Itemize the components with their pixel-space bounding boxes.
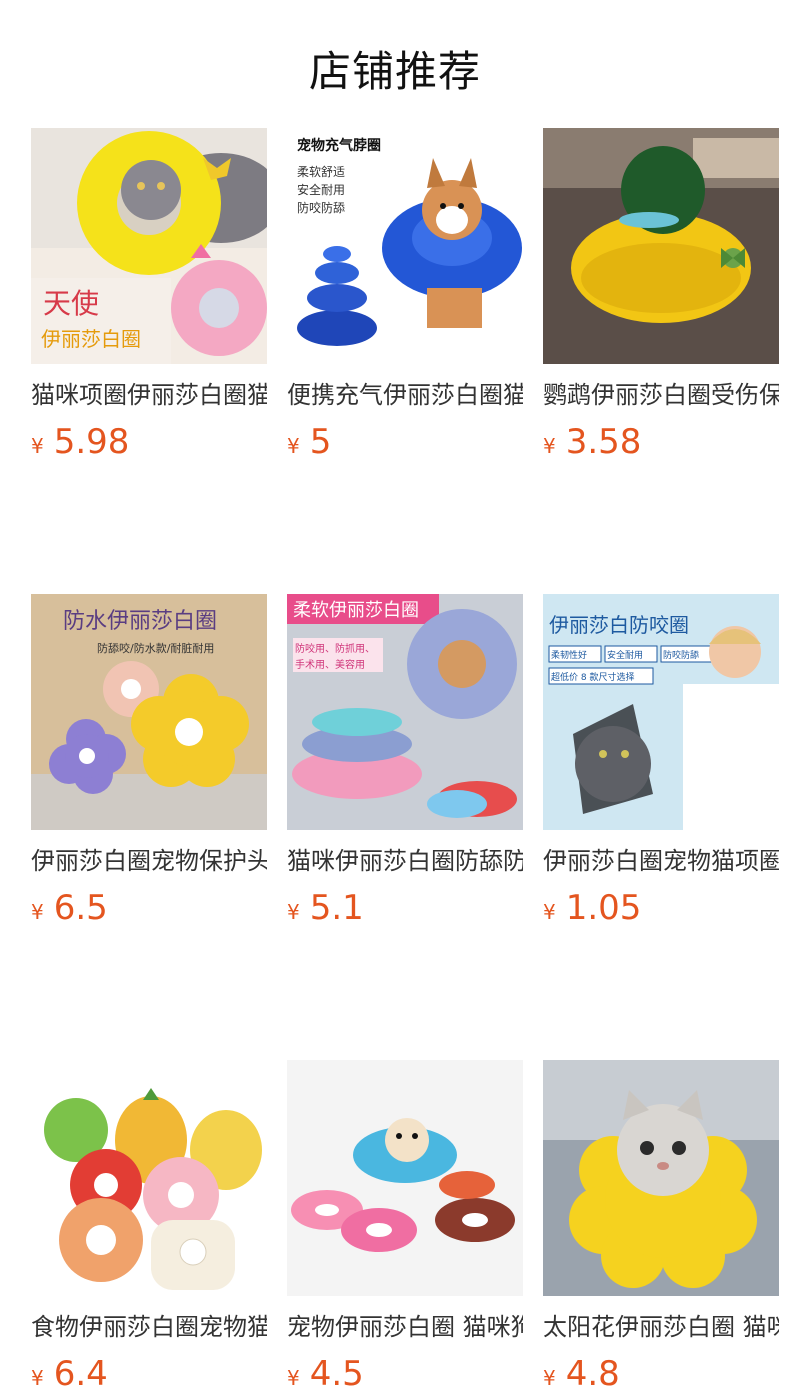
currency-symbol: ¥ bbox=[31, 434, 44, 458]
overlay-text-2: 伊丽莎白圈 bbox=[41, 327, 141, 351]
overlay-text-2: 柔软舒适 bbox=[297, 165, 345, 179]
product-name[interactable]: 伊丽莎白圈宠物保护头套 bbox=[31, 846, 267, 876]
price-value: 3.58 bbox=[565, 422, 642, 462]
product-price: ¥ 6.4 bbox=[31, 1354, 267, 1394]
product-image[interactable] bbox=[31, 1060, 267, 1296]
product-name[interactable]: 猫咪伊丽莎白圈防舔防抓 bbox=[287, 846, 523, 876]
price-value: 5.1 bbox=[309, 888, 364, 928]
overlay-text-2: 柔韧性好 bbox=[551, 649, 587, 661]
product-grid: 天使 伊丽莎白圈 猫咪项圈伊丽莎白圈猫咪 ¥ 5.98 宠物充气脖圈 柔软舒适 … bbox=[31, 128, 779, 1394]
product-image[interactable] bbox=[287, 1060, 523, 1296]
page-title: 店铺推荐 bbox=[308, 47, 481, 96]
price-value: 5 bbox=[309, 422, 332, 462]
overlay-text-2: 防咬用、防抓用、 bbox=[295, 642, 375, 655]
product-price: ¥ 4.8 bbox=[543, 1354, 779, 1394]
product-image[interactable]: 防水伊丽莎白圈 防舔咬/防水款/耐脏耐用 bbox=[31, 594, 267, 830]
overlay-text-4: 防咬防舔 bbox=[297, 200, 345, 215]
product-name[interactable]: 宠物伊丽莎白圈 猫咪狗狗 bbox=[287, 1312, 523, 1342]
overlay-text-1: 防水伊丽莎白圈 bbox=[63, 609, 217, 634]
product-name[interactable]: 太阳花伊丽莎白圈 猫咪 bbox=[543, 1312, 779, 1342]
overlay-text-1: 柔软伊丽莎白圈 bbox=[293, 600, 419, 621]
product-price: ¥ 5.98 bbox=[31, 422, 267, 462]
product-image[interactable] bbox=[543, 1060, 779, 1296]
product-price: ¥ 1.05 bbox=[543, 888, 779, 928]
product-price: ¥ 5 bbox=[287, 422, 523, 462]
price-value: 1.05 bbox=[565, 888, 642, 928]
product-price: ¥ 5.1 bbox=[287, 888, 523, 928]
product-card[interactable]: 鹦鹉伊丽莎白圈受伤保护 ¥ 3.58 bbox=[543, 128, 779, 462]
product-price: ¥ 3.58 bbox=[543, 422, 779, 462]
product-card[interactable]: 太阳花伊丽莎白圈 猫咪 ¥ 4.8 bbox=[543, 1060, 779, 1394]
product-name[interactable]: 猫咪项圈伊丽莎白圈猫咪 bbox=[31, 380, 267, 410]
currency-symbol: ¥ bbox=[543, 900, 556, 924]
price-value: 6.4 bbox=[53, 1354, 108, 1394]
product-card[interactable]: 食物伊丽莎白圈宠物猫咪 ¥ 6.4 bbox=[31, 1060, 267, 1394]
product-image[interactable]: 柔软伊丽莎白圈 防咬用、防抓用、 手术用、美容用 bbox=[287, 594, 523, 830]
product-image[interactable] bbox=[543, 128, 779, 364]
product-card[interactable]: 天使 伊丽莎白圈 猫咪项圈伊丽莎白圈猫咪 ¥ 5.98 bbox=[31, 128, 267, 462]
price-value: 4.5 bbox=[309, 1354, 364, 1394]
overlay-text-3: 安全耐用 bbox=[297, 182, 345, 197]
product-image[interactable]: 天使 伊丽莎白圈 bbox=[31, 128, 267, 364]
product-card[interactable]: 防水伊丽莎白圈 防舔咬/防水款/耐脏耐用 伊丽莎白圈宠物保护头 ¥ 6.5 bbox=[31, 594, 267, 928]
product-name[interactable]: 便携充气伊丽莎白圈猫狗 bbox=[287, 380, 523, 410]
overlay-text-4: 防咬防舔 bbox=[663, 649, 699, 661]
product-image[interactable]: 伊丽莎白防咬圈 柔韧性好 安全耐用 防咬防舔 超低价 8 款尺寸选择 bbox=[543, 594, 779, 830]
product-name[interactable]: 食物伊丽莎白圈宠物猫咪 bbox=[31, 1312, 267, 1342]
price-value: 5.98 bbox=[53, 422, 130, 462]
currency-symbol: ¥ bbox=[287, 1366, 300, 1390]
overlay-text-1: 伊丽莎白防咬圈 bbox=[549, 613, 689, 637]
overlay-text-1: 宠物充气脖圈 bbox=[297, 137, 381, 154]
product-card[interactable]: 伊丽莎白防咬圈 柔韧性好 安全耐用 防咬防舔 超低价 8 款尺寸选择 伊丽莎白圈… bbox=[543, 594, 779, 928]
product-name[interactable]: 伊丽莎白圈宠物猫项圈防咬 bbox=[543, 846, 779, 876]
shop-recommend-page: 店铺推荐 天使 伊丽莎白圈 猫咪项圈伊丽莎白圈猫 ¥ 5.98 宠物充气脖圈 柔… bbox=[0, 0, 790, 1394]
product-price: ¥ 6.5 bbox=[31, 888, 267, 928]
overlay-text-3: 手术用、美容用 bbox=[295, 658, 365, 671]
product-name[interactable]: 鹦鹉伊丽莎白圈受伤保护 bbox=[543, 380, 779, 410]
overlay-text-1: 天使 bbox=[43, 287, 99, 320]
overlay-text-5: 超低价 8 款尺寸选择 bbox=[551, 671, 634, 683]
currency-symbol: ¥ bbox=[543, 434, 556, 458]
currency-symbol: ¥ bbox=[31, 900, 44, 924]
product-card[interactable]: 宠物充气脖圈 柔软舒适 安全耐用 防咬防舔 便携充气伊丽莎白圈猫 ¥ 5 bbox=[287, 128, 523, 462]
currency-symbol: ¥ bbox=[543, 1366, 556, 1390]
overlay-text-3: 安全耐用 bbox=[607, 649, 643, 661]
price-value: 6.5 bbox=[53, 888, 108, 928]
product-card[interactable]: 宠物伊丽莎白圈 猫咪狗狗 ¥ 4.5 bbox=[287, 1060, 523, 1394]
product-price: ¥ 4.5 bbox=[287, 1354, 523, 1394]
overlay-text-2: 防舔咬/防水款/耐脏耐用 bbox=[97, 641, 214, 655]
product-card[interactable]: 柔软伊丽莎白圈 防咬用、防抓用、 手术用、美容用 猫咪伊丽莎白圈防舔防抓 ¥ 5… bbox=[287, 594, 523, 928]
currency-symbol: ¥ bbox=[287, 900, 300, 924]
product-image[interactable]: 宠物充气脖圈 柔软舒适 安全耐用 防咬防舔 bbox=[287, 128, 523, 364]
currency-symbol: ¥ bbox=[287, 434, 300, 458]
currency-symbol: ¥ bbox=[31, 1366, 44, 1390]
price-value: 4.8 bbox=[565, 1354, 620, 1394]
